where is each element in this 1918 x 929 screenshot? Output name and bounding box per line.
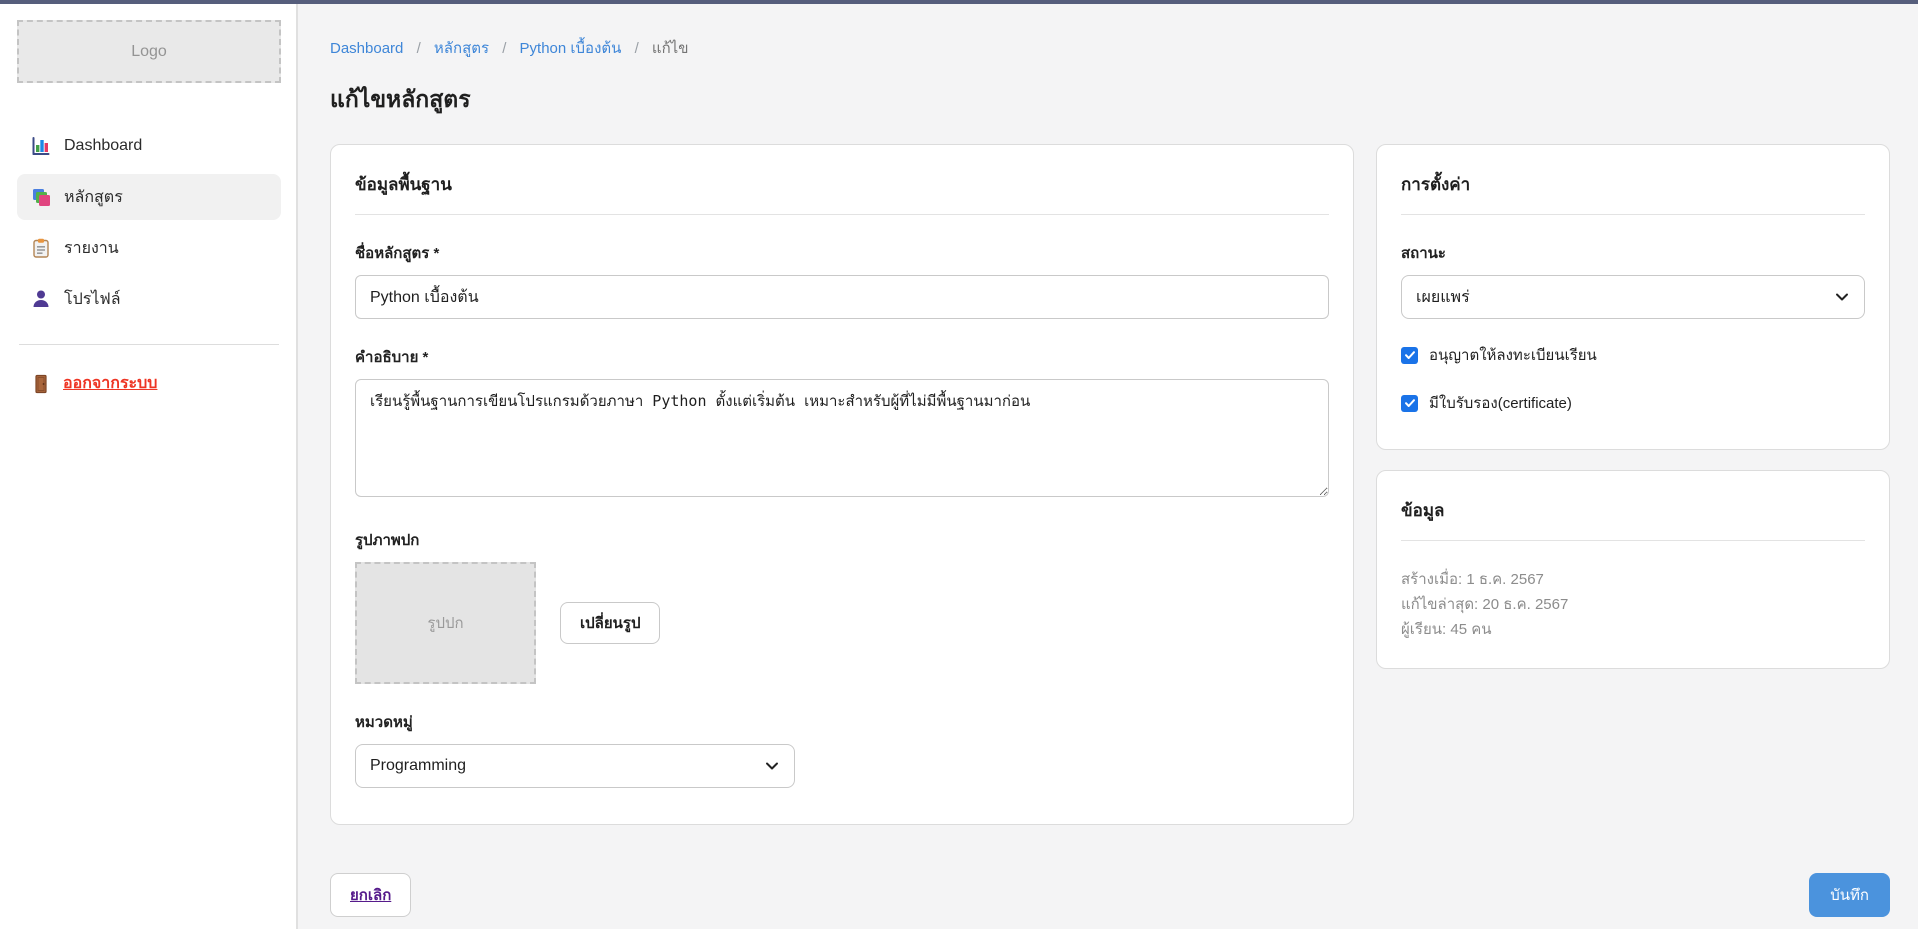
logo-placeholder: Logo [17, 20, 281, 83]
info-students-line: ผู้เรียน: 45 คน [1401, 617, 1865, 642]
cover-row: รูปปก เปลี่ยนรูป [355, 562, 1329, 684]
status-select[interactable]: เผยแพร่ [1401, 275, 1865, 319]
basic-info-card-title: ข้อมูลพื้นฐาน [355, 171, 1329, 215]
logo-text: Logo [131, 43, 167, 61]
cover-image-placeholder: รูปปก [355, 562, 536, 684]
reports-icon [31, 238, 51, 258]
category-select[interactable]: Programming [355, 744, 795, 788]
profile-icon [31, 289, 51, 309]
settings-card: การตั้งค่า สถานะ เผยแพร่ อนุญาตให้ลงทะเบ… [1376, 144, 1890, 450]
info-card-title: ข้อมูล [1401, 497, 1865, 541]
description-textarea[interactable]: เรียนรู้พื้นฐานการเขียนโปรแกรมด้วยภาษา P… [355, 379, 1329, 497]
logout-link[interactable]: ออกจากระบบ [17, 371, 281, 396]
description-field-group: คำอธิบาย * เรียนรู้พื้นฐานการเขียนโปรแกร… [355, 345, 1329, 502]
info-created-line: สร้างเมื่อ: 1 ธ.ค. 2567 [1401, 567, 1865, 592]
sidebar-item-profile[interactable]: โปรไฟล์ [17, 276, 281, 322]
breadcrumb-link-course[interactable]: Python เบื้องต้น [520, 40, 622, 57]
certificate-label: มีใบรับรอง(certificate) [1429, 391, 1572, 415]
sidebar-item-label: รายงาน [64, 236, 119, 261]
cancel-button[interactable]: ยกเลิก [330, 873, 411, 917]
right-column: การตั้งค่า สถานะ เผยแพร่ อนุญาตให้ลงทะเบ… [1376, 144, 1890, 669]
save-button[interactable]: บันทึก [1809, 873, 1890, 917]
certificate-checkbox-row[interactable]: มีใบรับรอง(certificate) [1401, 391, 1865, 415]
description-label: คำอธิบาย * [355, 345, 1329, 369]
sidebar-item-label: Dashboard [64, 137, 142, 155]
allow-enrollment-checkbox-row[interactable]: อนุญาตให้ลงทะเบียนเรียน [1401, 343, 1865, 367]
breadcrumb-separator: / [502, 40, 506, 57]
sidebar-item-label: หลักสูตร [64, 185, 123, 210]
basic-info-card: ข้อมูลพื้นฐาน ชื่อหลักสูตร * คำอธิบาย * … [330, 144, 1354, 825]
status-label: สถานะ [1401, 241, 1865, 265]
door-icon [31, 374, 51, 394]
cover-placeholder-text: รูปปก [427, 611, 463, 635]
breadcrumb-link-dashboard[interactable]: Dashboard [330, 40, 403, 57]
sidebar-item-reports[interactable]: รายงาน [17, 225, 281, 271]
breadcrumb-link-courses[interactable]: หลักสูตร [434, 40, 489, 57]
sidebar-item-label: โปรไฟล์ [64, 287, 121, 312]
breadcrumb-separator: / [417, 40, 421, 57]
change-image-button[interactable]: เปลี่ยนรูป [560, 602, 660, 644]
sidebar-divider [19, 344, 279, 345]
course-name-field-group: ชื่อหลักสูตร * [355, 241, 1329, 319]
chevron-down-icon [764, 758, 780, 774]
sidebar-item-dashboard[interactable]: Dashboard [17, 123, 281, 169]
cover-label: รูปภาพปก [355, 528, 1329, 552]
page-title: แก้ไขหลักสูตร [330, 82, 1890, 118]
breadcrumb-separator: / [635, 40, 639, 57]
course-name-input[interactable] [355, 275, 1329, 319]
cancel-button-label: ยกเลิก [350, 887, 391, 904]
category-select-value: Programming [370, 757, 466, 775]
course-name-label: ชื่อหลักสูตร * [355, 241, 1329, 265]
cover-field-group: รูปภาพปก รูปปก เปลี่ยนรูป [355, 528, 1329, 684]
allow-enrollment-label: อนุญาตให้ลงทะเบียนเรียน [1429, 343, 1597, 367]
chevron-down-icon [1834, 289, 1850, 305]
form-footer: ยกเลิก บันทึก [330, 873, 1890, 917]
checkbox-checked-icon[interactable] [1401, 395, 1418, 412]
content-row: ข้อมูลพื้นฐาน ชื่อหลักสูตร * คำอธิบาย * … [330, 144, 1890, 825]
category-field-group: หมวดหมู่ Programming [355, 710, 1329, 788]
settings-card-title: การตั้งค่า [1401, 171, 1865, 215]
sidebar-item-courses[interactable]: หลักสูตร [17, 174, 281, 220]
sidebar-nav: Dashboard หลักสูตร รายงาน โปรไฟล์ [17, 123, 281, 322]
main-content: Dashboard / หลักสูตร / Python เบื้องต้น … [298, 4, 1918, 929]
sidebar: Logo Dashboard หลักสูตร รายงาน [0, 4, 298, 929]
app-root: Logo Dashboard หลักสูตร รายงาน [0, 4, 1918, 929]
breadcrumb: Dashboard / หลักสูตร / Python เบื้องต้น … [330, 36, 1890, 60]
dashboard-icon [31, 136, 51, 156]
logout-label: ออกจากระบบ [63, 371, 157, 396]
breadcrumb-current: แก้ไข [652, 40, 689, 57]
info-card: ข้อมูล สร้างเมื่อ: 1 ธ.ค. 2567 แก้ไขล่าส… [1376, 470, 1890, 669]
status-select-value: เผยแพร่ [1416, 285, 1470, 310]
courses-icon [31, 187, 51, 207]
category-label: หมวดหมู่ [355, 710, 1329, 734]
checkbox-checked-icon[interactable] [1401, 347, 1418, 364]
info-updated-line: แก้ไขล่าสุด: 20 ธ.ค. 2567 [1401, 592, 1865, 617]
